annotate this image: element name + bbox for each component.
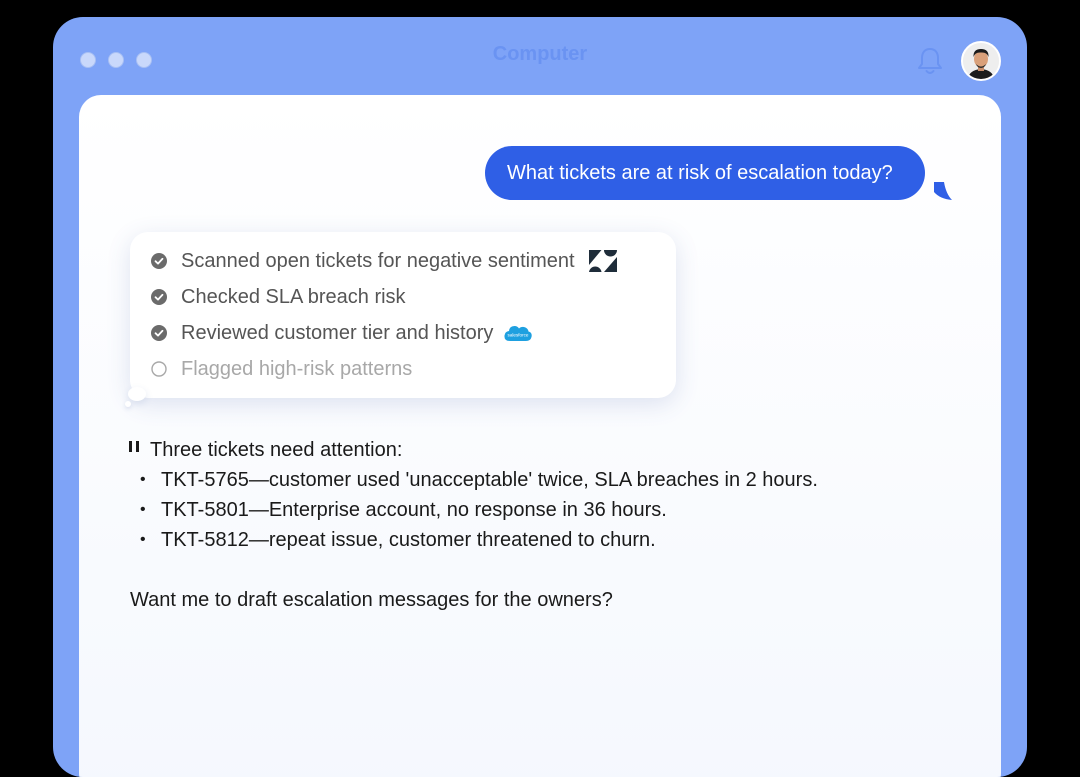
empty-circle-icon bbox=[151, 361, 167, 377]
zendesk-icon bbox=[588, 250, 617, 272]
check-circle-icon bbox=[151, 289, 167, 305]
answer-intro: Three tickets need attention: bbox=[150, 439, 403, 461]
step-item-pending: Flagged high-risk patterns bbox=[151, 354, 412, 384]
check-circle-icon bbox=[151, 325, 167, 341]
step-item: Reviewed customer tier and history sales… bbox=[151, 318, 533, 348]
list-item: • TKT-5765—customer used 'unacceptable' t… bbox=[140, 465, 818, 495]
avatar-image bbox=[963, 43, 999, 79]
user-message-bubble: What tickets are at risk of escalation t… bbox=[485, 146, 925, 200]
ticket-text: TKT-5801—Enterprise account, no response… bbox=[161, 499, 667, 521]
quote-icon bbox=[129, 441, 139, 452]
ticket-text: TKT-5765—customer used 'unacceptable' tw… bbox=[161, 469, 818, 491]
thought-bubble-dot bbox=[125, 401, 131, 407]
ticket-text: TKT-5812—repeat issue, customer threaten… bbox=[161, 529, 656, 551]
ticket-list: • TKT-5765—customer used 'unacceptable' t… bbox=[140, 465, 818, 555]
step-label: Flagged high-risk patterns bbox=[181, 357, 413, 380]
bubble-tail bbox=[934, 182, 952, 200]
bullet: • bbox=[140, 471, 146, 488]
agent-steps-card: Scanned open tickets for negative sentim… bbox=[130, 232, 676, 398]
step-label: Reviewed customer tier and history bbox=[181, 321, 494, 344]
list-item: • TKT-5801—Enterprise account, no respons… bbox=[140, 495, 818, 525]
window-title: Computer bbox=[492, 43, 588, 65]
app-window: Computer What tickets are at risk of esc… bbox=[53, 17, 1027, 777]
step-label: Scanned open tickets for negative sentim… bbox=[181, 249, 575, 272]
answer-followup: Want me to draft escalation messages for… bbox=[130, 589, 613, 611]
bullet: • bbox=[140, 531, 146, 548]
avatar[interactable] bbox=[961, 41, 1001, 81]
bullet: • bbox=[140, 501, 146, 518]
step-item: Scanned open tickets for negative sentim… bbox=[151, 246, 617, 276]
salesforce-logo-text: salesforce bbox=[508, 332, 529, 337]
step-item: Checked SLA breach risk bbox=[151, 282, 406, 312]
chat-panel: What tickets are at risk of escalation t… bbox=[79, 95, 1001, 777]
salesforce-icon: salesforce bbox=[504, 326, 533, 341]
list-item: • TKT-5812—repeat issue, customer threate… bbox=[140, 525, 818, 555]
bell-icon[interactable] bbox=[915, 45, 945, 77]
check-circle-icon bbox=[151, 253, 167, 269]
thought-bubble-dot bbox=[128, 387, 146, 401]
step-label: Checked SLA breach risk bbox=[181, 285, 406, 308]
